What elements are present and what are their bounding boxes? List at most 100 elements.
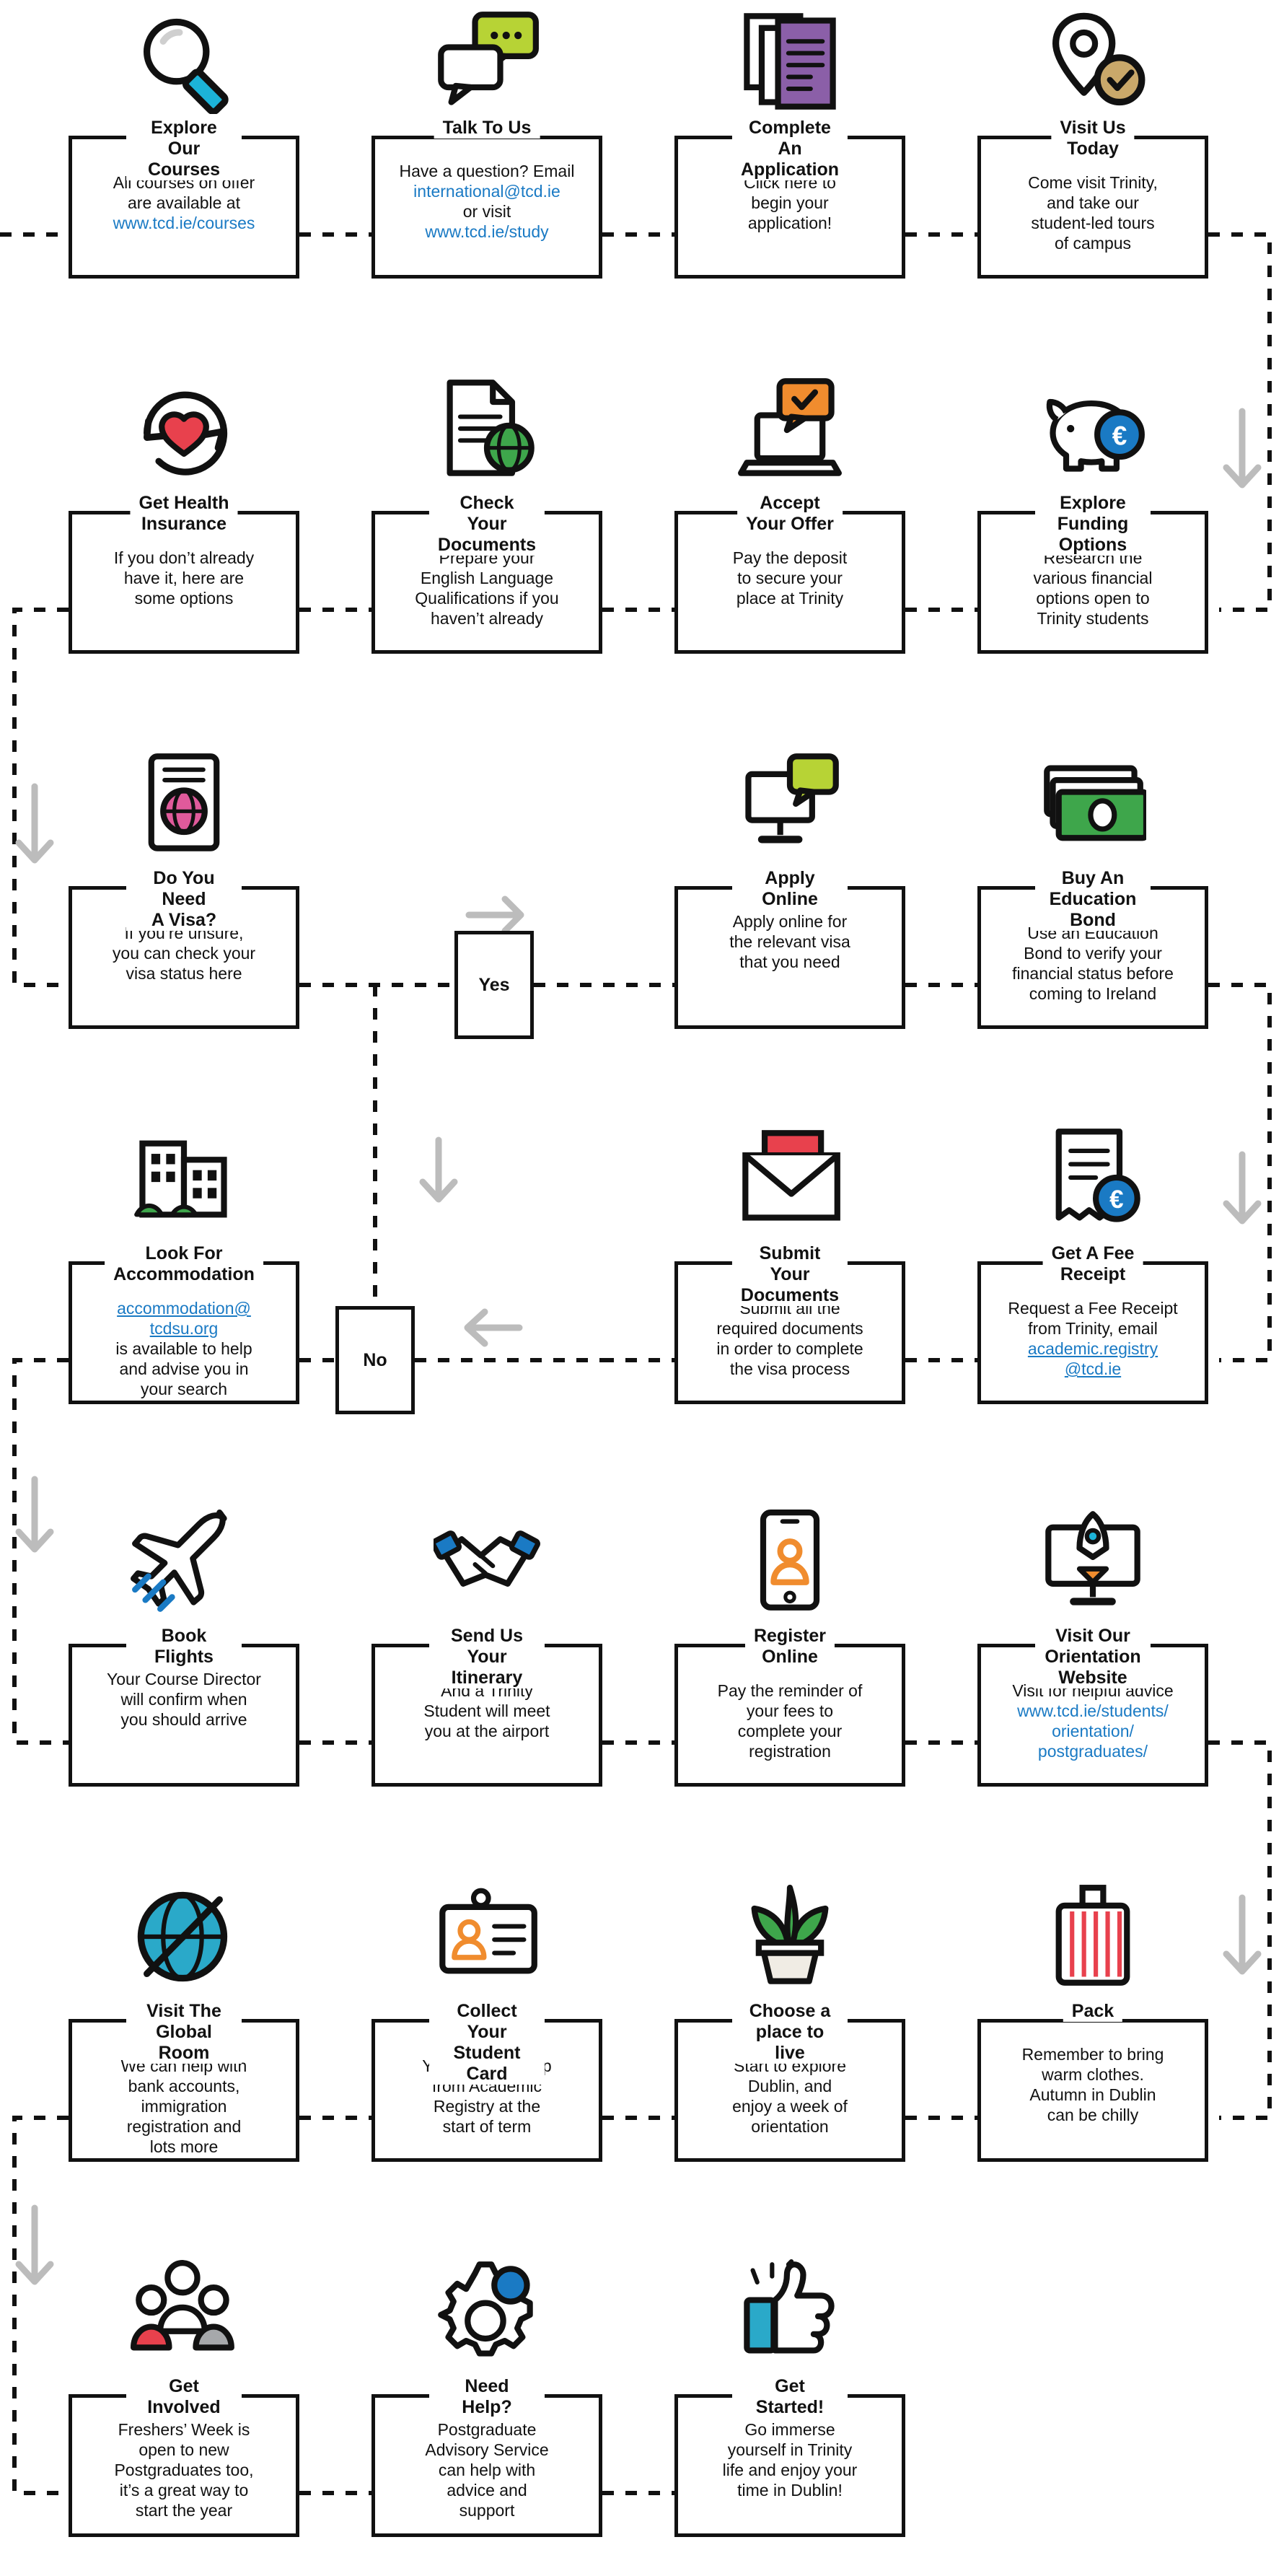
journey-card-link[interactable]: postgraduates/: [985, 1741, 1201, 1761]
journey-card-text-line: advice and: [447, 2481, 527, 2500]
journey-card-link[interactable]: international@tcd.ie: [379, 181, 595, 201]
journey-card-text-line: of campus: [1054, 234, 1132, 253]
journey-card-text-line: financial status before: [1012, 964, 1174, 983]
journey-card-body: If you don’t already have it, here are som…: [76, 548, 292, 608]
envelope-icon: [674, 1126, 905, 1232]
flow-arrow-down-right-2: [1223, 1151, 1262, 1225]
journey-card-link[interactable]: www.tcd.ie/study: [379, 222, 595, 242]
journey-card-text-line: complete your: [737, 1722, 843, 1741]
journey-card-text-line: it’s a great way to: [119, 2481, 249, 2500]
journey-card-text-line: in order to complete: [716, 1339, 863, 1359]
map-pin-icon: [977, 7, 1208, 114]
journey-card-text-line: are available at: [128, 193, 240, 213]
journey-card-text-line: Trinity students: [1037, 609, 1149, 628]
journey-card-text-line: Bond to verify your: [1024, 944, 1162, 963]
journey-card-text-line: and advise you in: [119, 1359, 249, 1379]
journey-card-title: Visit The Global Room: [126, 2001, 242, 2064]
journey-card-body: And a Trinity Student will meet you at the…: [379, 1681, 595, 1741]
journey-card-text-line: Pay the deposit: [732, 548, 848, 567]
laptop-check-icon: [674, 375, 905, 482]
journey-card-body: accommodation@ tcdsu.org is available to h…: [76, 1298, 292, 1399]
journey-card-body: Postgraduate Advisory Service can help wit…: [379, 2419, 595, 2520]
journey-card-link[interactable]: accommodation@: [76, 1298, 292, 1318]
id-card-icon: [371, 1883, 602, 1990]
journey-card-body: Start to explore Dublin, and enjoy a week …: [682, 2056, 898, 2137]
decision-chip-no[interactable]: No: [335, 1306, 415, 1414]
journey-card-text-line: can help with: [438, 2461, 536, 2480]
journey-card-body: Request a Fee Receipt from Trinity, email…: [985, 1298, 1201, 1379]
svg-text:€: €: [1112, 421, 1127, 451]
journey-card-title: Get Started!: [732, 2376, 848, 2418]
suitcase-icon: [977, 1883, 1208, 1990]
journey-card-text-line: warm clothes.: [1042, 2065, 1144, 2085]
potted-plant-icon: [674, 1883, 905, 1990]
journey-card-text-line: Remember to bring: [1021, 2045, 1164, 2064]
decision-chip-yes[interactable]: Yes: [454, 931, 534, 1039]
journey-card-text-line: life and enjoy your: [722, 2461, 858, 2480]
rocket-monitor-icon: [977, 1508, 1208, 1615]
flow-arrow-down-left-1: [15, 783, 54, 864]
journey-card-text-line: start the year: [135, 2501, 233, 2520]
journey-card-text-line: options open to: [1036, 589, 1150, 608]
journey-card-text-line: immigration: [141, 2097, 227, 2116]
journey-card-text-line: enjoy a week of: [732, 2097, 848, 2116]
journey-card-text-line: registration and: [126, 2117, 242, 2137]
decision-chip-yes-label: Yes: [478, 974, 510, 995]
flow-arrow-down-left-3: [15, 2204, 54, 2285]
journey-card-link[interactable]: @tcd.ie: [985, 1359, 1201, 1379]
journey-card-text-line: student-led tours: [1031, 214, 1155, 233]
journey-card-title: Choose a place to live: [732, 2001, 848, 2064]
journey-card-link[interactable]: www.tcd.ie/students/: [985, 1701, 1201, 1721]
journey-card-text-line: to secure your: [737, 569, 843, 588]
journey-card-text-line: Freshers’ Week is: [118, 2420, 250, 2439]
journey-card-body: Click here to begin your application!: [682, 172, 898, 233]
journey-card-text-line: bank accounts,: [128, 2077, 240, 2096]
journey-card-body: Have a question? Email international@tcd.…: [379, 161, 595, 242]
journey-card-link[interactable]: academic.registry: [985, 1339, 1201, 1359]
journey-card-title: Look For Accommodation: [105, 1243, 263, 1285]
journey-card-body: Your Course Director will confirm when you…: [76, 1669, 292, 1730]
computer-chat-icon: [674, 750, 905, 857]
journey-card-title: Explore Our Courses: [126, 118, 242, 180]
gears-icon: [371, 2259, 602, 2365]
flow-arrow-left-row4: [464, 1308, 523, 1347]
journey-card-title: Accept Your Offer: [737, 493, 843, 535]
journey-card-body: Go immerse yourself in Trinity life and en…: [682, 2419, 898, 2500]
decision-chip-no-label: No: [363, 1349, 387, 1370]
journey-card-title: Explore Funding Options: [1035, 493, 1151, 556]
journey-card-text-line: your search: [140, 1380, 228, 1399]
journey-card-text-line: you should arrive: [120, 1710, 247, 1730]
flow-arrow-down-right-3: [1223, 1894, 1262, 1975]
heart-shield-icon: [69, 375, 299, 482]
journey-card-body: Pay the deposit to secure your place at Tr…: [682, 548, 898, 608]
people-group-icon: [69, 2259, 299, 2365]
journey-card-body: Come visit Trinity, and take our student-l…: [985, 172, 1201, 253]
journey-card-title: Buy An Education Bond: [1035, 868, 1151, 931]
journey-card-title: Do You Need A Visa?: [126, 868, 242, 931]
journey-card-body: Submit all the required documents in order…: [682, 1298, 898, 1379]
journey-card-body: Remember to bring warm clothes. Autumn in …: [985, 2044, 1201, 2125]
handshake-icon: [371, 1508, 602, 1615]
piggy-bank-icon: €: [977, 375, 1208, 482]
journey-card-title: Need Help?: [429, 2376, 545, 2418]
journey-card-body: Apply online for the relevant visa that yo…: [682, 911, 898, 972]
journey-card-title: Complete An Application: [731, 118, 848, 180]
journey-card-body: Research the various financial options ope…: [985, 548, 1201, 628]
journey-card-text-line: have it, here are: [123, 569, 245, 588]
journey-card-text-line: Have a question? Email: [399, 162, 575, 180]
flow-arrow-right-yes: [465, 895, 524, 934]
journey-card-link[interactable]: orientation/: [985, 1721, 1201, 1741]
journey-card-title: Apply Online: [732, 868, 848, 910]
journey-card-link[interactable]: tcdsu.org: [76, 1318, 292, 1339]
journey-card-body: If you’re unsure, you can check your visa …: [76, 923, 292, 983]
journey-card-link[interactable]: www.tcd.ie/courses: [76, 213, 292, 233]
journey-card-text-line: time in Dublin!: [737, 2481, 843, 2500]
journey-card-text-line: that you need: [739, 952, 840, 972]
journey-card-text-line: lots more: [149, 2137, 219, 2157]
journey-card-box: Remember to bring warm clothes. Autumn in …: [977, 2019, 1208, 2162]
journey-card-text-line: Your Course Director: [107, 1670, 261, 1688]
journey-card-title: Visit Us Today: [1051, 118, 1135, 159]
journey-infographic: Yes No All courses on offer are available…: [0, 0, 1284, 2576]
globe-icon: [69, 1883, 299, 1990]
journey-card-box: Have a question? Email international@tcd.…: [371, 136, 602, 279]
